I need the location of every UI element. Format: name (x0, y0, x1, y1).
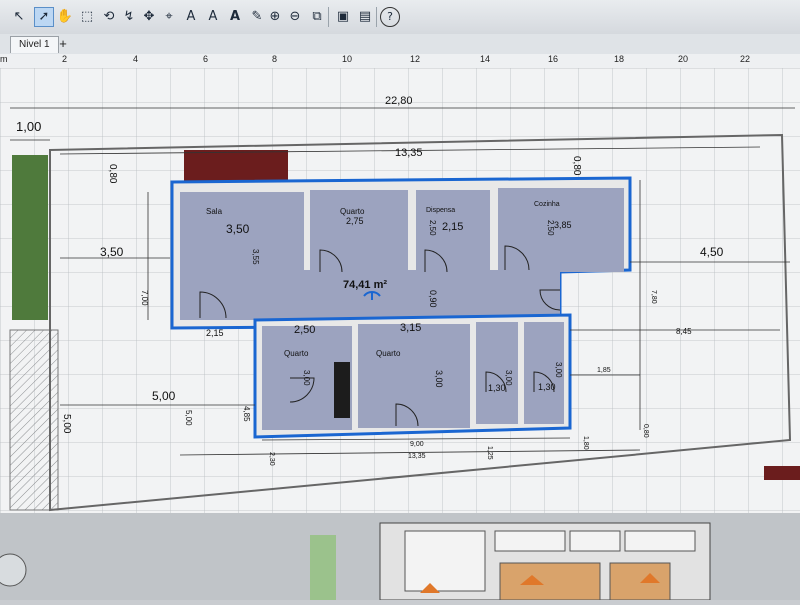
label-despensa: Dispensa (426, 207, 455, 214)
room-quarto-mid[interactable] (358, 324, 470, 428)
dim-wing: 4,85 (242, 406, 251, 422)
ruler-tick: 12 (410, 54, 421, 64)
dim-bottom-mid: 1,25 (486, 446, 493, 460)
dim-right-side: 4,50 (700, 245, 724, 259)
navigation-joystick-icon[interactable] (0, 553, 27, 587)
3d-garden (310, 535, 336, 600)
room-cozinha[interactable] (498, 188, 624, 272)
ruler-tick: 18 (614, 54, 625, 64)
dim-hall: 0,90 (428, 290, 438, 308)
3d-view-panel[interactable] (0, 513, 800, 601)
dim-right-small: 1,85 (597, 367, 611, 374)
label-sala: Sala (206, 207, 223, 216)
dim-quarto-left-h: 3,00 (302, 370, 311, 386)
room-sala[interactable] (180, 192, 304, 320)
garden-area (12, 155, 48, 320)
dim-bottom-right: 1,80 (582, 436, 589, 450)
dim-despensa-w: 2,15 (442, 221, 463, 233)
ruler-tick: 6 (203, 54, 209, 64)
dim-bottom-total: 13,35 (408, 453, 426, 460)
dim-sala-h: 3,55 (251, 249, 260, 265)
modify-text-icon[interactable]: A (226, 8, 244, 26)
dim-bath-2-h: 3,00 (554, 362, 563, 378)
add-level-button[interactable]: + (56, 36, 70, 52)
dim-left-lower-3: 5,00 (184, 410, 193, 426)
dim-side-setback: 0,80 (571, 156, 582, 176)
dim-bath-2-w: 1,30 (538, 382, 556, 392)
label-cozinha: Cozinha (534, 201, 560, 208)
create-dimension-icon[interactable]: ✥ (140, 8, 158, 26)
ruler-tick: 4 (133, 54, 139, 64)
zoom-in-icon[interactable]: ⊕ (266, 8, 284, 26)
dim-sala-w: 3,50 (226, 222, 250, 236)
zoom-out-icon[interactable]: ⊖ (286, 8, 304, 26)
ruler-tick: 2 (62, 54, 68, 64)
import-furniture-icon[interactable]: ⧉ (308, 8, 326, 26)
dim-left-lower-2: 5,00 (61, 414, 72, 434)
add-point-icon[interactable]: ⌖ (160, 8, 178, 26)
dim-left-side: 3,50 (100, 245, 124, 259)
ruler-tick: 20 (678, 54, 689, 64)
dim-quarto-mid-w: 3,15 (400, 322, 421, 334)
ruler-tick: 8 (272, 54, 278, 64)
add-text-icon[interactable]: A (204, 8, 222, 26)
wardrobe (334, 362, 350, 418)
dim-sala-bottom: 2,15 (206, 328, 224, 338)
dim-cozinha-h: 3,85 (554, 220, 572, 230)
red-swatch (764, 466, 800, 480)
photo-icon[interactable]: ▣ (334, 8, 352, 26)
dim-quarto-left-w: 2,50 (294, 324, 315, 336)
ruler-tick: 16 (548, 54, 559, 64)
dim-total-width: 22,80 (385, 95, 413, 107)
dim-bath-1-w: 1,30 (488, 383, 506, 393)
dim-lower-right: 8,45 (676, 327, 692, 336)
horizontal-ruler: m 2 4 6 8 10 12 14 16 18 20 22 (0, 54, 800, 69)
add-label-icon[interactable]: A (182, 8, 200, 26)
dim-bottom-small: 2,30 (268, 452, 275, 466)
ruler-unit: m (0, 54, 8, 64)
ruler-tick: 10 (342, 54, 353, 64)
pointer-icon[interactable]: ➚ (34, 7, 54, 27)
create-room-icon[interactable]: ⬚ (78, 8, 96, 26)
video-icon[interactable]: ▤ (356, 8, 374, 26)
label-quarto-top: Quarto (340, 207, 365, 216)
label-quarto-left: Quarto (284, 349, 309, 358)
rotate-icon[interactable]: ↯ (120, 8, 138, 26)
dim-right-height: 7,80 (650, 290, 657, 304)
dim-quarto-top-w: 2,75 (346, 216, 364, 226)
level-tabbar: Nivel 1 + (0, 34, 800, 55)
create-polyline-icon[interactable]: ⟲ (100, 8, 118, 26)
select-arrow-icon[interactable]: ↖ (10, 8, 28, 26)
dim-left-margin-top: 1,00 (16, 119, 41, 134)
label-quarto-mid: Quarto (376, 349, 401, 358)
pan-hand-icon[interactable]: ✋ (56, 8, 74, 26)
tab-level-1[interactable]: Nivel 1 (10, 36, 59, 53)
dim-far-right: 0,80 (642, 424, 649, 438)
dim-bottom-w: 9,00 (410, 441, 424, 448)
ruler-tick: 22 (740, 54, 751, 64)
floor-plan-svg: 22,80 1,00 13,35 0,80 0,80 3,50 4,50 Sal… (0, 68, 800, 513)
toolbar-separator (376, 7, 377, 27)
dim-front-setback: 0,80 (107, 164, 118, 184)
area-label: 74,41 m² (343, 279, 387, 291)
dim-left-lower: 5,00 (152, 389, 176, 403)
toolbar-separator (328, 7, 329, 27)
dim-quarto-top-h: 2,50 (428, 220, 437, 236)
main-toolbar: ↖ ➚ ✋ ⬚ ⟲ ↯ ✥ ⌖ A A A ✎ ⊕ ⊖ ⧉ ▣ ▤ ? (0, 0, 800, 35)
dim-quarto-mid-h: 3,00 (434, 370, 444, 388)
ruler-tick: 14 (480, 54, 491, 64)
3d-view-svg (0, 513, 800, 601)
room-quarto-top[interactable] (310, 190, 408, 274)
dim-left-height: 7,00 (140, 290, 149, 306)
edit-icon[interactable]: ✎ (248, 8, 266, 26)
help-icon[interactable]: ? (380, 7, 400, 27)
dim-lot-width: 13,35 (395, 147, 423, 159)
floor-plan-canvas[interactable]: 22,80 1,00 13,35 0,80 0,80 3,50 4,50 Sal… (0, 68, 800, 513)
red-block (184, 150, 288, 182)
